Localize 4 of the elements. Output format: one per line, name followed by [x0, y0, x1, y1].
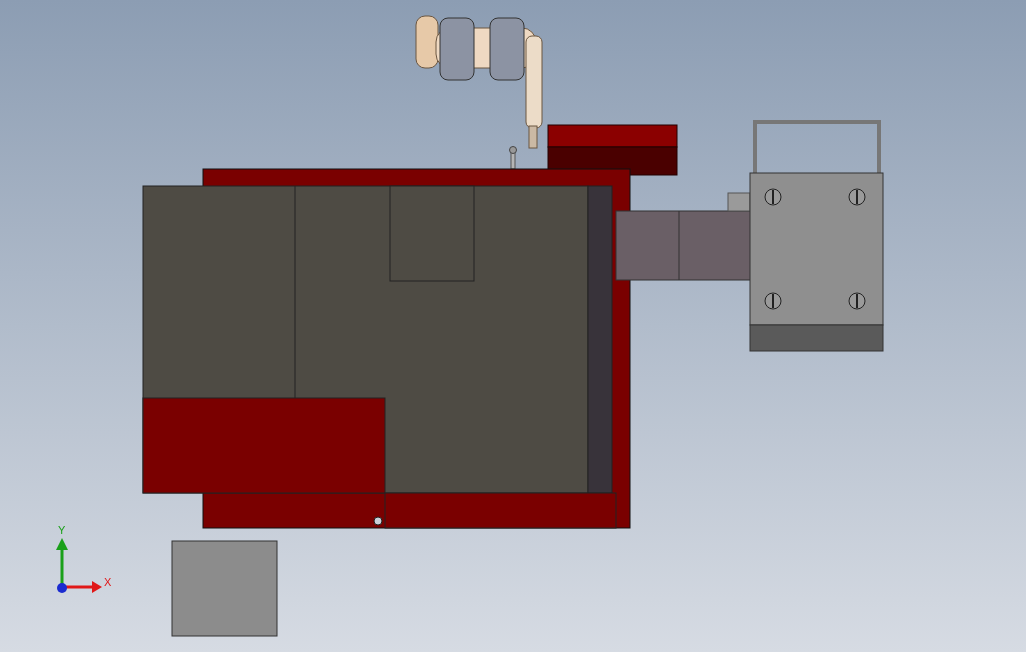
- axis-label: Y: [58, 524, 66, 536]
- pin-drawing: [509, 146, 517, 170]
- origin-icon: [57, 583, 67, 593]
- axis-label: X: [104, 576, 112, 588]
